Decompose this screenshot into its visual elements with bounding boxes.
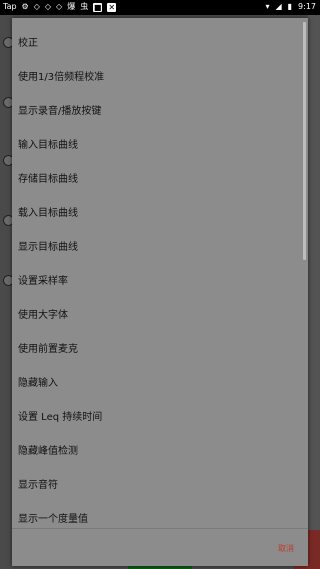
menu-item-show-notes[interactable]: 显示音符 (12, 469, 302, 503)
menu-item-third-octave-calibration[interactable]: 使用1/3倍频程校准 (12, 61, 302, 95)
settings-menu-dialog: 校正 使用1/3倍频程校准 显示录音/播放按键 输入目标曲线 存储目标曲线 载入… (12, 18, 308, 566)
settings-icon: ⚙ (21, 2, 29, 11)
menu-item-hide-peak[interactable]: 隐藏峰值检测 (12, 435, 302, 469)
menu-item-store-target-curve[interactable]: 存储目标曲线 (12, 163, 302, 197)
menu-item-show-one-measure[interactable]: 显示一个度量值 (12, 503, 302, 528)
menu-list[interactable]: 校正 使用1/3倍频程校准 显示录音/播放按键 输入目标曲线 存储目标曲线 载入… (12, 18, 308, 528)
background-panel (308, 15, 320, 535)
menu-item-show-record-play[interactable]: 显示录音/播放按键 (12, 95, 302, 129)
tap-icon: Tap (3, 2, 17, 11)
menu-item-load-target-curve[interactable]: 载入目标曲线 (12, 197, 302, 231)
bug-icon: 虫 (80, 2, 89, 11)
status-time: 9:17 (298, 2, 316, 11)
app-icon: 爆 (67, 2, 76, 11)
menu-item-leq-duration[interactable]: 设置 Leq 持续时间 (12, 401, 302, 435)
signal-icon: ◢ (275, 2, 282, 11)
notification-icon: ■ (93, 2, 103, 12)
app-icon: ◇ (44, 2, 52, 11)
status-left-icons: Tap ⚙ ◇ ◇ ◇ 爆 虫 ■ ✕ (3, 2, 117, 12)
menu-item-large-font[interactable]: 使用大字体 (12, 299, 302, 333)
scrollbar[interactable] (303, 22, 306, 260)
menu-item-calibrate[interactable]: 校正 (12, 27, 302, 61)
menu-item-hide-input[interactable]: 隐藏输入 (12, 367, 302, 401)
divider (12, 528, 308, 529)
status-bar: Tap ⚙ ◇ ◇ ◇ 爆 虫 ■ ✕ ▾ ◢ ▮ 9:17 (0, 0, 320, 15)
menu-item-sample-rate[interactable]: 设置采样率 (12, 265, 302, 299)
menu-item-front-mic[interactable]: 使用前置麦克 (12, 333, 302, 367)
cancel-button[interactable]: 取消 (268, 538, 304, 560)
status-right: ▾ ◢ ▮ 9:17 (265, 2, 316, 12)
menu-item-show-target-curve[interactable]: 显示目标曲线 (12, 231, 302, 265)
app-icon: ◇ (56, 2, 63, 11)
battery-icon: ▮ (287, 2, 293, 11)
wifi-icon: ▾ (265, 2, 270, 11)
close-notification-icon: ✕ (107, 2, 117, 12)
app-icon: ◇ (33, 2, 40, 11)
menu-item-input-target-curve[interactable]: 输入目标曲线 (12, 129, 302, 163)
